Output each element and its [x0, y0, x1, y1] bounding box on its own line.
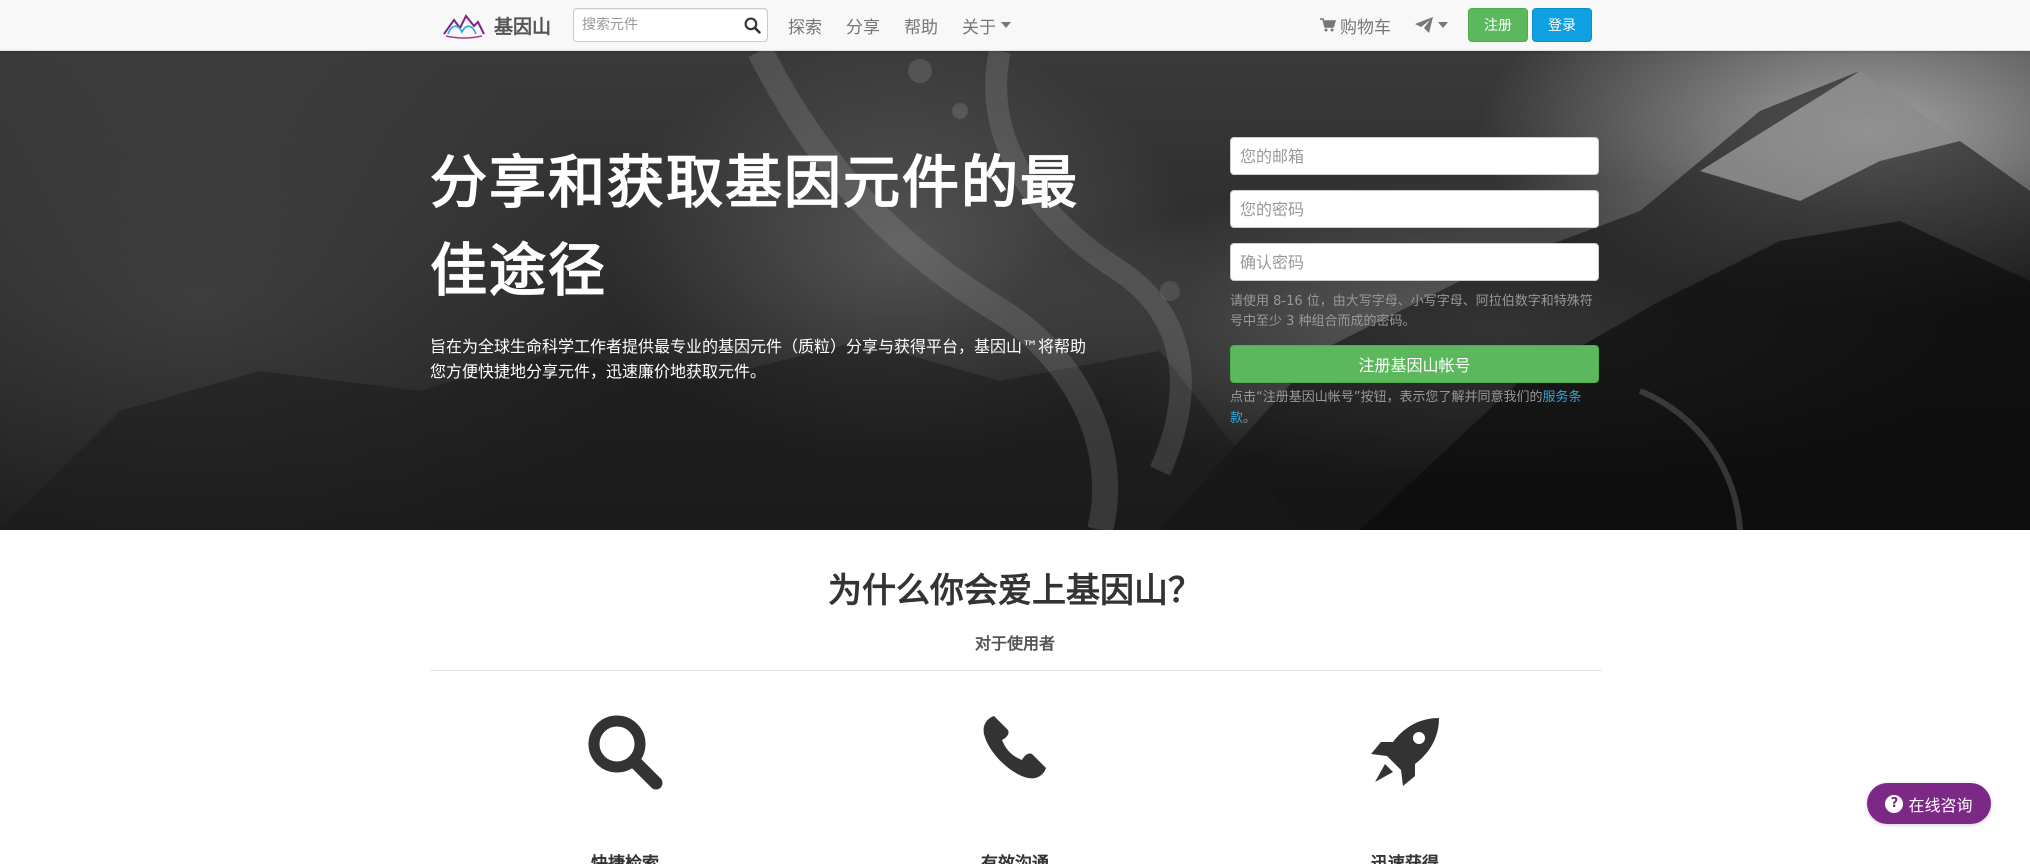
feature-label: 迅速获得 [1371, 854, 1439, 864]
paper-plane-icon [1415, 17, 1433, 33]
email-field[interactable] [1230, 137, 1599, 175]
messages-dropdown[interactable] [1415, 17, 1448, 33]
chevron-down-icon [1438, 22, 1448, 28]
hero-title: 分享和获取基因元件的最佳途径 [430, 150, 1079, 304]
chevron-down-icon [1001, 22, 1011, 28]
feature-label: 有效沟通 [981, 854, 1049, 864]
hero-subtitle: 旨在为全球生命科学工作者提供最专业的基因元件（质粒）分享与获得平台，基因山™将帮… [430, 337, 1087, 381]
why-subtitle: 对于使用者 [974, 634, 1055, 653]
hero-banner: 分享和获取基因元件的最佳途径 旨在为全球生命科学工作者提供最专业的基因元件（质粒… [0, 51, 2030, 530]
search-input[interactable] [574, 9, 734, 41]
search-icon[interactable] [744, 17, 761, 34]
brand-name: 基因山 [494, 15, 552, 38]
cart-label: 购物车 [1340, 17, 1391, 38]
feature-fast: 迅速获得 [1280, 712, 1530, 864]
cart-icon [1320, 18, 1336, 32]
login-button[interactable]: 登录 [1532, 8, 1592, 42]
terms-end: 。 [1243, 411, 1257, 426]
logo-icon [443, 14, 485, 39]
nav-help[interactable]: 帮助 [892, 13, 950, 38]
search-icon [588, 715, 663, 790]
phone-icon [983, 716, 1046, 779]
terms-notice: 点击“注册基因山帐号”按钮，表示您了解并同意我们的服务条款。 [1230, 387, 1599, 429]
question-icon: ? [1885, 794, 1904, 813]
feature-search: 快捷检索 [500, 712, 750, 864]
why-title: 为什么你会爱上基因山？ [828, 571, 1202, 611]
nav-explore[interactable]: 探索 [776, 13, 834, 38]
confirm-password-field[interactable] [1230, 243, 1599, 281]
nav-share[interactable]: 分享 [834, 13, 892, 38]
navbar: 基因山 探索 分享 帮助 关于 购物车 [0, 0, 2030, 51]
feature-label: 快捷检索 [591, 854, 659, 864]
password-hint: 请使用 8-16 位，由大写字母、小写字母、阿拉伯数字和特殊符号中至少 3 种组… [1230, 294, 1593, 329]
nav-about-label: 关于 [962, 17, 996, 38]
register-button[interactable]: 注册 [1468, 8, 1528, 42]
feature-communicate: 有效沟通 [890, 712, 1140, 864]
signup-form: 请使用 8-16 位，由大写字母、小写字母、阿拉伯数字和特殊符号中至少 3 种组… [1230, 137, 1599, 429]
section-divider [430, 670, 1602, 671]
signup-submit-button[interactable]: 注册基因山帐号 [1230, 345, 1599, 383]
search-box [573, 8, 768, 42]
online-consult-button[interactable]: ? 在线咨询 [1867, 783, 1991, 824]
brand-link[interactable]: 基因山 [442, 8, 551, 42]
password-field[interactable] [1230, 190, 1599, 228]
terms-text: 点击“注册基因山帐号”按钮，表示您了解并同意我们的 [1230, 390, 1543, 405]
consult-label: 在线咨询 [1908, 795, 1973, 815]
nav-links: 探索 分享 帮助 关于 [776, 0, 1023, 50]
nav-right: 购物车 注册 登录 [1320, 0, 1592, 50]
rocket-icon [1371, 718, 1439, 786]
cart-link[interactable]: 购物车 [1320, 13, 1391, 38]
nav-about-dropdown[interactable]: 关于 [950, 13, 1023, 38]
